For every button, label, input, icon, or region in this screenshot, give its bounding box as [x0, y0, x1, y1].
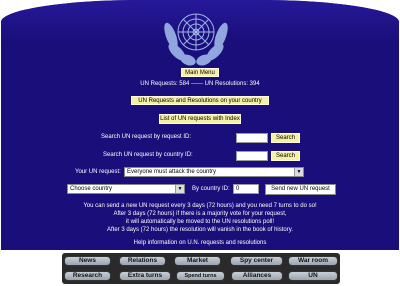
- nav-research[interactable]: Research: [64, 271, 111, 281]
- nav-market[interactable]: Market: [174, 256, 221, 266]
- request-type-select[interactable]: Everyone must attack the country ▼: [124, 167, 304, 177]
- nav-relations[interactable]: Relations: [119, 256, 166, 266]
- un-emblem-icon: [164, 13, 228, 66]
- un-stats: UN Requests: 584 ------ UN Resolutions: …: [140, 81, 260, 87]
- by-country-id-label: By country ID:: [192, 186, 230, 192]
- chevron-down-icon[interactable]: ▼: [175, 185, 184, 193]
- nav-alliances[interactable]: Alliances: [231, 271, 283, 281]
- info-line-3: it will automatically be moved to the UN…: [125, 219, 275, 225]
- nav-spy-center[interactable]: Spy center: [230, 256, 283, 266]
- request-id-input[interactable]: [236, 133, 268, 143]
- info-line-1: You can send a new UN request every 3 da…: [83, 203, 317, 209]
- country-requests-link[interactable]: UN Requests and Resolutions on your coun…: [131, 96, 269, 105]
- search-request-button[interactable]: Search: [271, 133, 300, 143]
- your-request-label: Your UN request:: [75, 169, 121, 175]
- search-by-request-label: Search UN request by request ID:: [101, 134, 192, 140]
- help-link[interactable]: Help information on U.N. requests and re…: [0, 240, 400, 247]
- nav-un[interactable]: UN: [288, 271, 338, 281]
- send-request-button[interactable]: Send new UN request: [265, 184, 336, 195]
- search-country-button[interactable]: Search: [271, 151, 300, 161]
- country-select[interactable]: Choose country ▼: [67, 184, 185, 194]
- search-by-country-label: Search UN request by country ID:: [103, 152, 193, 158]
- info-line-4: After 3 days (72 hours) the resolution w…: [107, 227, 293, 233]
- country-id-input[interactable]: [236, 151, 268, 161]
- by-country-id-input[interactable]: 0: [233, 184, 259, 194]
- nav-spend-turns[interactable]: Spend turns: [176, 271, 225, 281]
- main-menu-button[interactable]: Main Menu: [181, 68, 219, 77]
- list-requests-button[interactable]: List of UN requests with Index: [159, 114, 241, 124]
- nav-war-room[interactable]: War room: [288, 256, 338, 266]
- nav-news[interactable]: News: [64, 256, 111, 266]
- chevron-down-icon[interactable]: ▼: [294, 168, 303, 176]
- nav-extra-turns[interactable]: Extra turns: [119, 271, 171, 281]
- country-select-value: Choose country: [70, 186, 113, 192]
- request-type-value: Everyone must attack the country: [127, 169, 217, 175]
- info-line-2: After 3 days (72 hours) if there is a ma…: [113, 211, 287, 217]
